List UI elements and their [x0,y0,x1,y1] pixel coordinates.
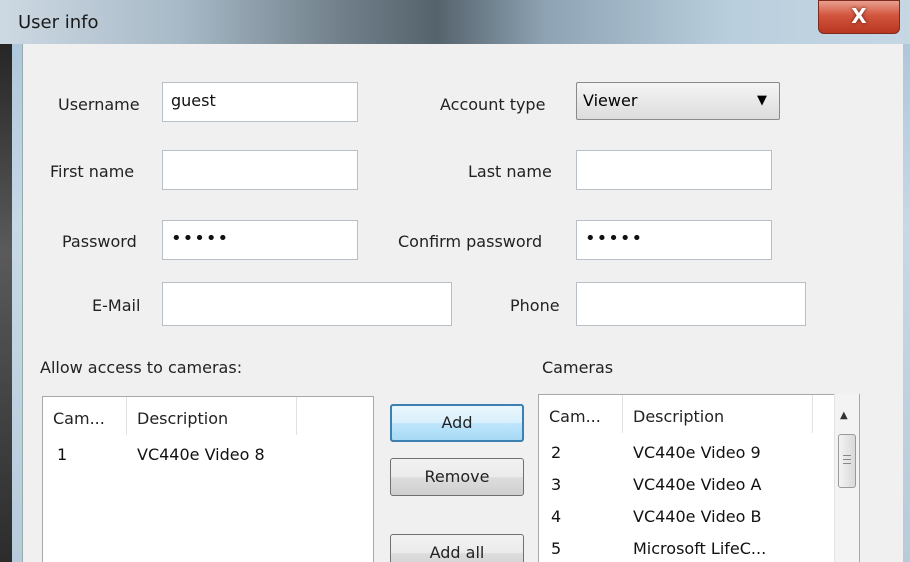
confirm-password-label: Confirm password [398,232,543,251]
cameras-label: Cameras [542,358,614,377]
description-cell: VC440e Video B [633,507,762,526]
add-all-button[interactable]: Add all [390,534,524,562]
remove-button[interactable]: Remove [390,458,524,496]
allow-access-label: Allow access to cameras: [40,358,243,377]
first-name-label: First name [50,162,135,181]
last-name-label: Last name [468,162,552,181]
add-button[interactable]: Add [390,404,524,442]
confirm-password-field[interactable]: ••••• [576,220,772,260]
phone-label: Phone [510,296,560,315]
user-info-dialog: User info X Username guest Account type … [0,0,910,562]
scrollbar-thumb[interactable] [838,434,856,488]
last-name-field[interactable] [576,150,772,190]
close-icon: X [851,4,867,28]
column-header-cam[interactable]: Cam... [43,397,127,435]
column-header-cam[interactable]: Cam... [539,395,623,433]
close-button[interactable]: X [818,0,900,34]
background-edge [0,44,12,562]
grip-line [843,455,851,456]
username-label: Username [58,95,140,114]
password-label: Password [62,232,137,251]
cam-cell: 4 [551,507,562,526]
cam-cell: 5 [551,539,562,558]
grip-line [843,463,851,464]
cam-cell: 2 [551,443,562,462]
description-cell: VC440e Video 8 [137,445,265,464]
email-field[interactable] [162,282,452,326]
cam-cell: 3 [551,475,562,494]
description-cell: VC440e Video 9 [633,443,761,462]
cam-cell: 1 [57,445,68,464]
username-field[interactable]: guest [162,82,358,122]
scroll-up-icon[interactable]: ▲ [840,410,848,421]
window-title: User info [18,12,99,33]
column-header-description[interactable]: Description [127,397,297,435]
chevron-down-icon: ▼ [757,93,767,108]
cameras-list[interactable]: Cam... Description 2 VC440e Video 9 3 VC… [538,394,860,562]
description-cell: Microsoft LifeC... [633,539,767,558]
description-cell: VC440e Video A [633,475,762,494]
title-bar[interactable]: User info X [0,0,910,44]
account-type-value: Viewer [583,91,638,110]
account-type-select[interactable]: Viewer ▼ [576,82,780,120]
allowed-cameras-list[interactable]: Cam... Description 1 VC440e Video 8 [42,396,374,562]
grip-line [843,459,851,460]
column-header-empty [297,397,373,435]
password-field[interactable]: ••••• [162,220,358,260]
phone-field[interactable] [576,282,806,326]
email-label: E-Mail [92,296,141,315]
account-type-label: Account type [440,95,546,114]
first-name-field[interactable] [162,150,358,190]
column-header-description[interactable]: Description [623,395,813,433]
vertical-scrollbar[interactable]: ▲ [834,394,859,562]
